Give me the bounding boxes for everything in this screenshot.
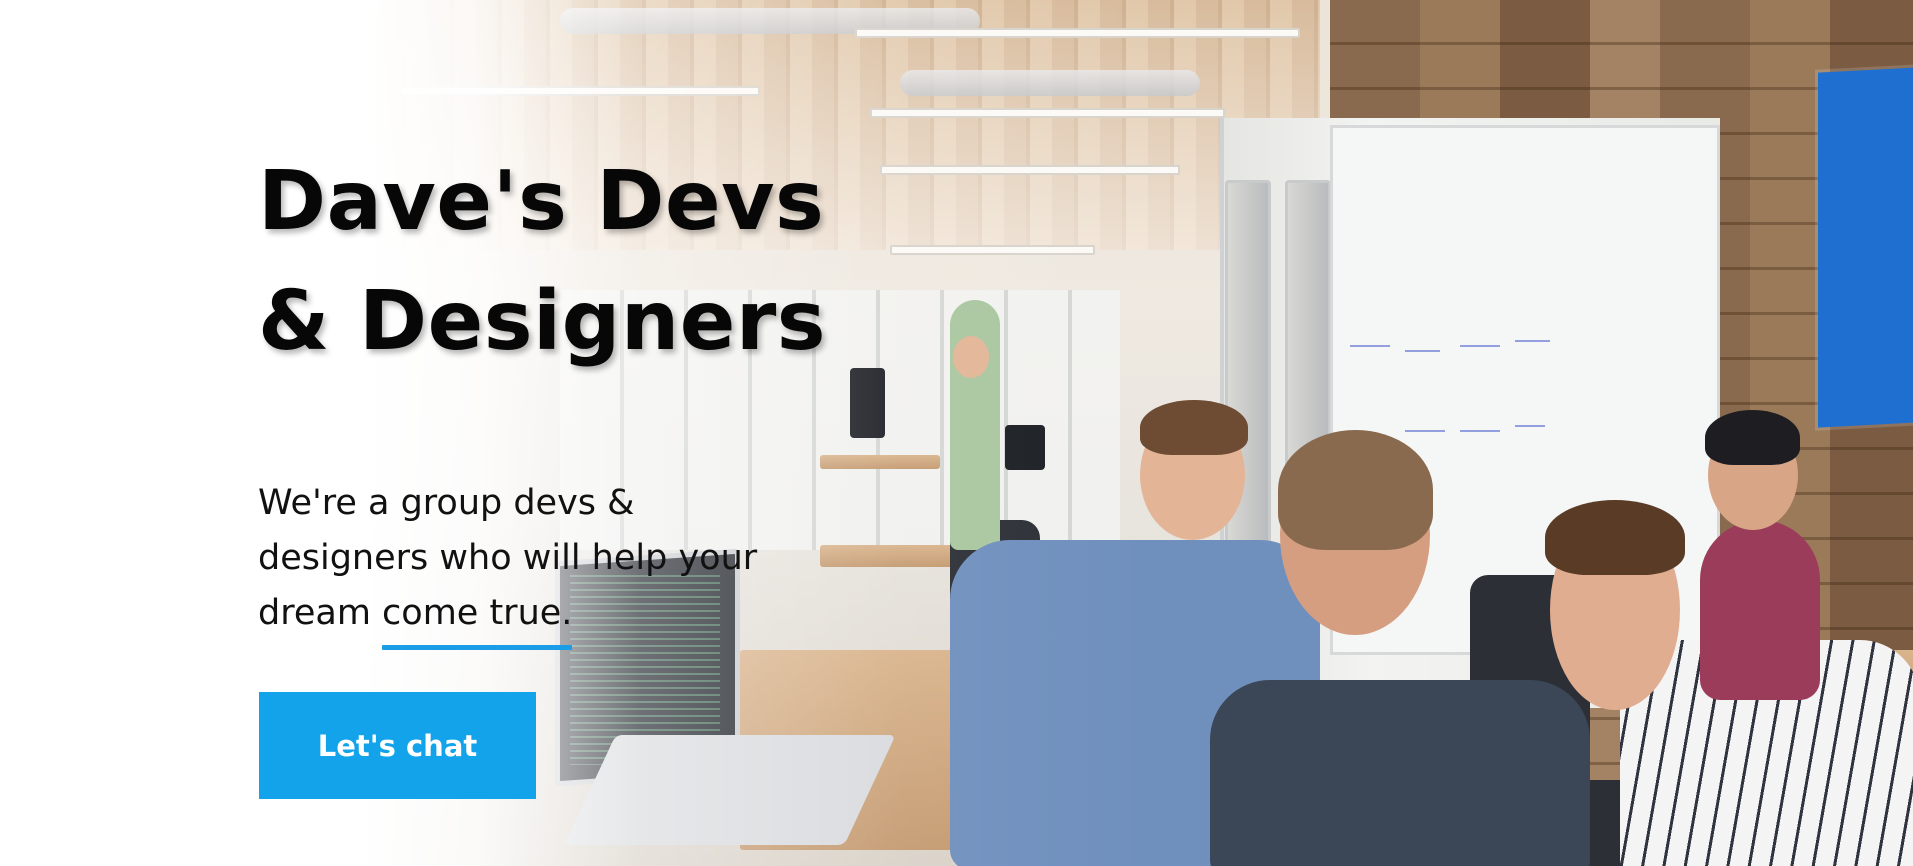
hero-subtitle-line-1: We're a group devs &	[258, 483, 635, 523]
highlighted-phrase: come true.	[382, 586, 573, 650]
lets-chat-button[interactable]: Let's chat	[259, 692, 536, 799]
hero-title: Dave's Devs & Designers	[258, 142, 878, 382]
hero-subtitle-line-3: dream	[258, 593, 383, 633]
hero-title-line-2: & Designers	[258, 274, 827, 369]
hero-title-line-1: Dave's Devs	[258, 154, 825, 249]
hero-section: Dave's Devs & Designers We're a group de…	[0, 0, 1913, 866]
hero-subtitle: We're a group devs & designers who will …	[258, 476, 818, 650]
hero-subtitle-line-2: designers who will help your	[258, 538, 758, 578]
